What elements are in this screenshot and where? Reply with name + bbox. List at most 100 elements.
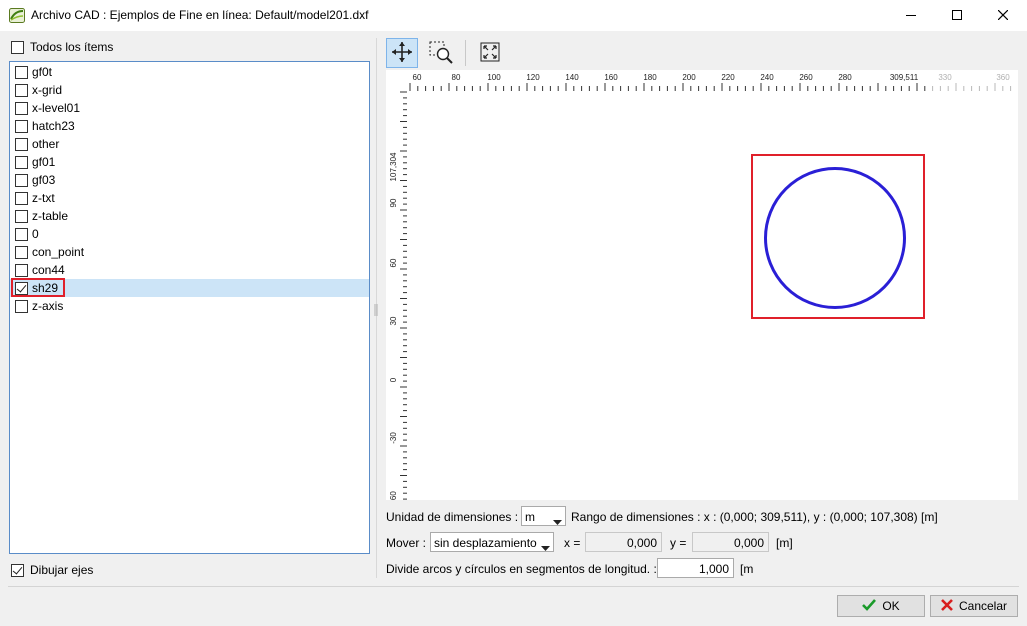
layer-label: gf03 xyxy=(32,173,56,187)
layer-label: 0 xyxy=(32,227,39,241)
layer-checkbox[interactable] xyxy=(15,210,28,223)
x-tick-label: 80 xyxy=(452,73,461,82)
layer-checkbox[interactable] xyxy=(15,138,28,151)
y-tick-label: 107,304 xyxy=(389,152,398,181)
layer-item[interactable]: z-txt xyxy=(10,189,369,207)
layer-label: x-grid xyxy=(32,83,63,97)
y-tick-label: 90 xyxy=(389,198,398,207)
segment-length-value: 1,000 xyxy=(698,562,729,576)
maximize-button[interactable] xyxy=(934,0,980,31)
toolbar-separator xyxy=(465,40,466,66)
y-offset-value: 0,000 xyxy=(733,536,764,550)
selection-highlight xyxy=(751,154,925,319)
layer-label: gf01 xyxy=(32,155,56,169)
layer-checkbox[interactable] xyxy=(15,228,28,241)
layer-checkbox[interactable] xyxy=(15,264,28,277)
draw-axes-checkbox[interactable] xyxy=(11,564,24,577)
close-icon xyxy=(997,9,1009,23)
layer-item[interactable]: x-grid xyxy=(10,81,369,99)
chevron-down-icon xyxy=(553,514,562,528)
layer-item[interactable]: 0 xyxy=(10,225,369,243)
layer-item[interactable]: other xyxy=(10,135,369,153)
y-offset-field[interactable]: 0,000 xyxy=(692,532,769,552)
layer-label: z-txt xyxy=(32,191,55,205)
title-bar: Archivo CAD : Ejemplos de Fine en línea:… xyxy=(0,0,1027,31)
x-tick-label: 360 xyxy=(996,73,1010,82)
layer-checkbox[interactable] xyxy=(15,192,28,205)
app-icon xyxy=(9,8,25,23)
segment-unit-label: [m xyxy=(740,562,754,576)
units-label: Unidad de dimensiones : xyxy=(386,510,519,524)
x-tick-label: 280 xyxy=(838,73,852,82)
layer-label: other xyxy=(32,137,60,151)
layer-checkbox[interactable] xyxy=(15,102,28,115)
close-button[interactable] xyxy=(980,0,1026,31)
x-tick-label: 309,511 xyxy=(890,73,919,82)
minimize-icon xyxy=(906,9,916,23)
draw-axes-label: Dibujar ejes xyxy=(30,563,94,577)
layer-label: z-table xyxy=(32,209,69,223)
y-tick-label: -60 xyxy=(389,491,398,500)
layer-checkbox[interactable] xyxy=(15,300,28,313)
x-tick-label: 120 xyxy=(526,73,540,82)
all-items-toggle[interactable]: Todos los ítems xyxy=(11,40,171,56)
x-tick-label: 60 xyxy=(413,73,422,82)
y-ruler: 107,304 90 60 30 0 -30 -60 xyxy=(389,91,407,503)
layer-highlight-box xyxy=(11,278,65,297)
x-offset-field[interactable]: 0,000 xyxy=(585,532,662,552)
sh29-circle xyxy=(764,167,906,309)
layer-item[interactable]: gf0t xyxy=(10,63,369,81)
layer-checkbox[interactable] xyxy=(15,174,28,187)
zoom-extents-button[interactable] xyxy=(474,38,506,68)
layer-label: con_point xyxy=(32,245,85,259)
ok-button[interactable]: OK xyxy=(837,595,925,617)
x-ruler: 60 80 100 120 140 160 180 200 220 240 260 280 309,51… xyxy=(409,73,1012,91)
layer-label: gf0t xyxy=(32,65,53,79)
move-select[interactable]: sin desplazamiento xyxy=(430,532,554,552)
y-offset-label: y = xyxy=(670,536,687,550)
move-value: sin desplazamiento xyxy=(434,536,537,550)
layer-label: hatch23 xyxy=(32,119,75,133)
units-select[interactable]: m xyxy=(521,506,566,526)
splitter-grip-icon[interactable] xyxy=(373,303,379,317)
move-unit-label: [m] xyxy=(776,536,793,550)
all-items-checkbox[interactable] xyxy=(11,41,24,54)
y-tick-label: 60 xyxy=(389,258,398,267)
segment-length-input[interactable]: 1,000 xyxy=(657,558,734,578)
y-tick-label: -30 xyxy=(389,432,398,444)
x-offset-label: x = xyxy=(564,536,581,550)
x-tick-label: 100 xyxy=(487,73,501,82)
layer-item[interactable]: gf03 xyxy=(10,171,369,189)
layer-checkbox[interactable] xyxy=(15,246,28,259)
layer-checkbox[interactable] xyxy=(15,120,28,133)
zoom-window-button[interactable] xyxy=(425,38,457,68)
layer-item[interactable]: x-level01 xyxy=(10,99,369,117)
footer-separator xyxy=(8,586,1019,587)
layer-item[interactable]: con_point xyxy=(10,243,369,261)
layer-list[interactable]: gf0t x-grid x-level01 hatch23 other gf01 gf03 z… xyxy=(9,61,370,554)
move-tool-button[interactable] xyxy=(386,38,418,68)
segment-length-label: Divide arcos y círculos en segmentos de … xyxy=(386,562,657,576)
layer-item[interactable]: gf01 xyxy=(10,153,369,171)
x-tick-label: 160 xyxy=(604,73,618,82)
layer-checkbox[interactable] xyxy=(15,66,28,79)
minimize-button[interactable] xyxy=(888,0,934,31)
cad-canvas[interactable]: 60 80 100 120 140 160 180 200 220 240 260 280 309,51… xyxy=(386,70,1018,503)
layer-checkbox[interactable] xyxy=(15,156,28,169)
layer-checkbox[interactable] xyxy=(15,84,28,97)
cad-drawing[interactable]: 60 80 100 120 140 160 180 200 220 240 260 280 309,51… xyxy=(386,70,1018,503)
units-value: m xyxy=(525,510,535,524)
draw-axes-toggle[interactable]: Dibujar ejes xyxy=(11,563,131,579)
x-tick-label: 220 xyxy=(721,73,735,82)
cancel-button[interactable]: Cancelar xyxy=(930,595,1018,617)
zoom-window-icon xyxy=(428,40,454,67)
layer-item[interactable]: sh29 xyxy=(10,278,369,297)
x-tick-label: 330 xyxy=(938,73,952,82)
zoom-extents-icon xyxy=(479,41,501,66)
layer-item[interactable]: con44 xyxy=(10,261,369,279)
ok-label: OK xyxy=(882,599,900,613)
layer-item[interactable]: z-table xyxy=(10,207,369,225)
layer-item[interactable]: z-axis xyxy=(10,297,369,315)
layer-label: con44 xyxy=(32,263,65,277)
layer-item[interactable]: hatch23 xyxy=(10,117,369,135)
